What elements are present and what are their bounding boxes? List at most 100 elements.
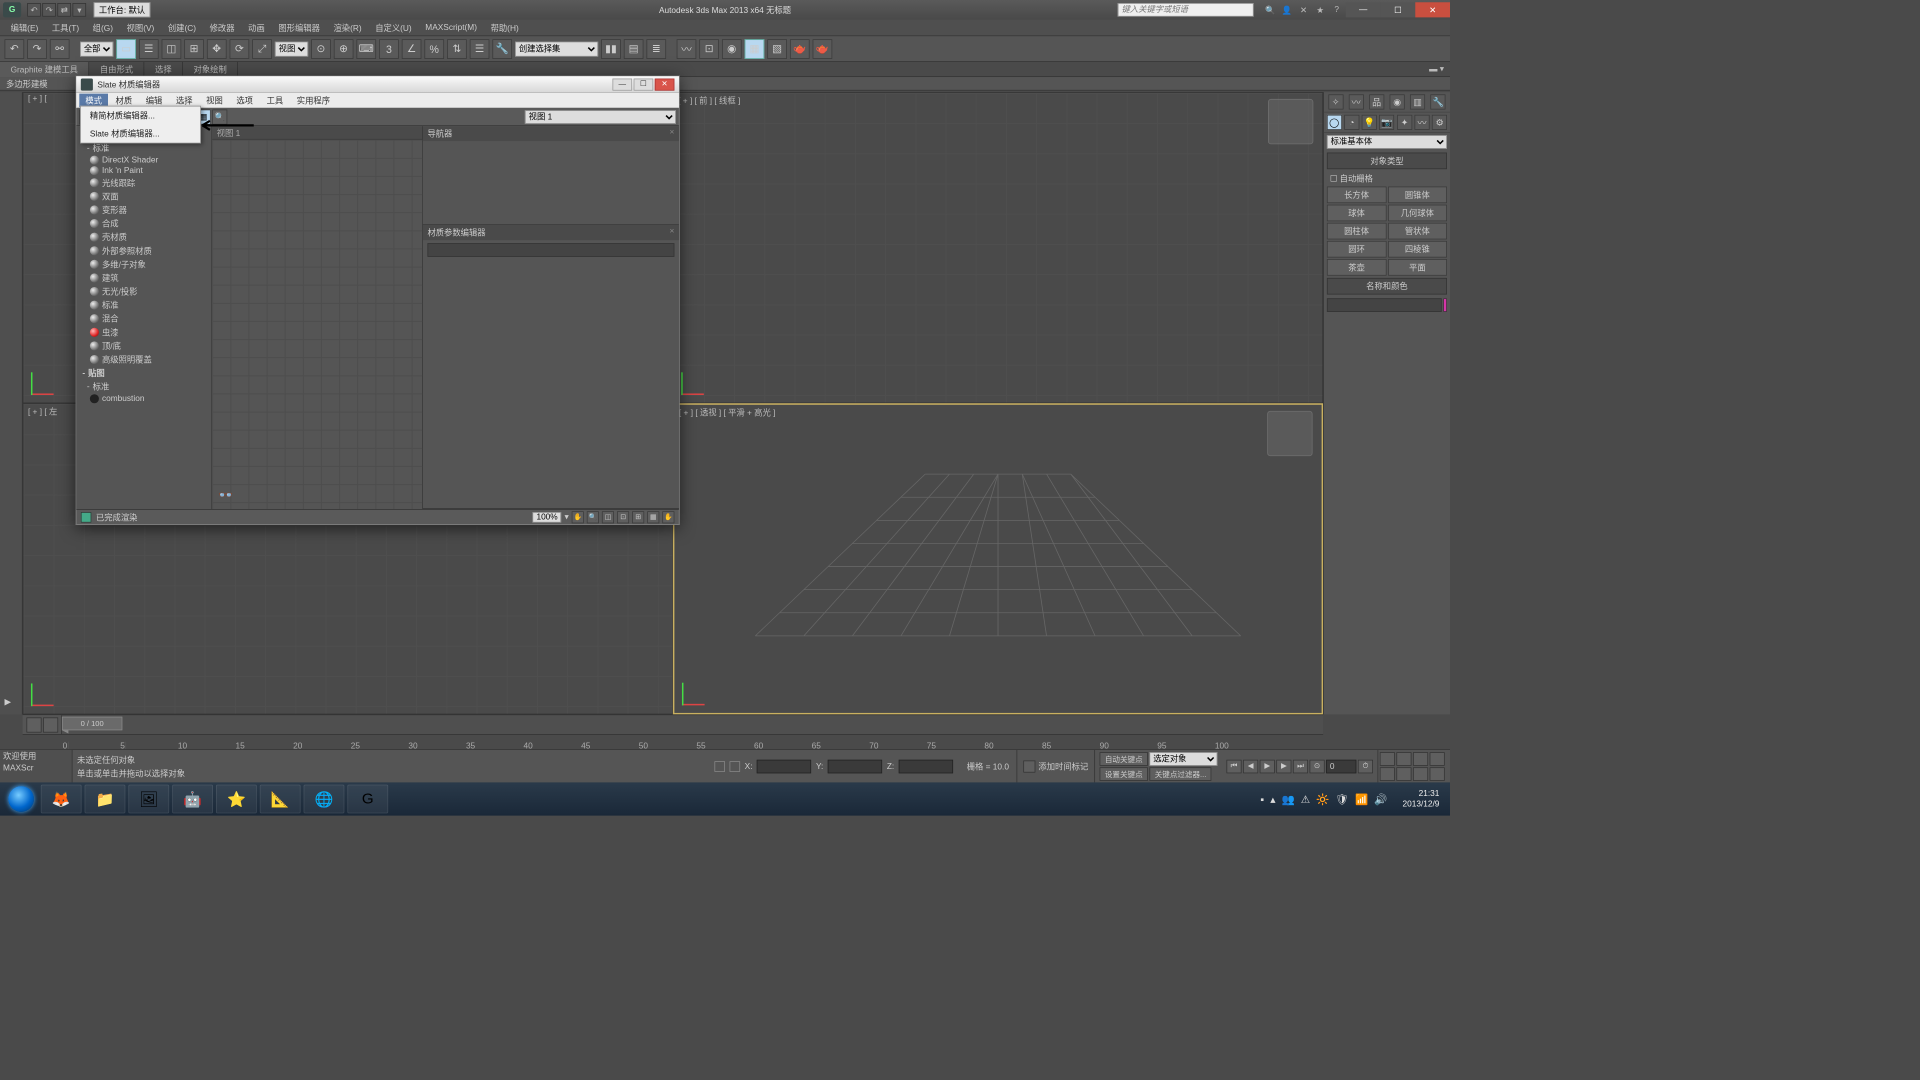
taskbar-item[interactable]: 🦊: [41, 785, 82, 814]
tree-group-maps-standard[interactable]: - 标准: [76, 380, 211, 394]
tray-volume-icon[interactable]: 🔊: [1374, 793, 1387, 806]
cmd-create-icon[interactable]: ✧: [1328, 94, 1343, 109]
tree-item[interactable]: 高级照明覆盖: [76, 353, 211, 367]
slate-canvas[interactable]: 👓: [212, 140, 422, 509]
cmd-modify-icon[interactable]: 〰: [1349, 94, 1364, 109]
qat-link-icon[interactable]: ⇄: [57, 3, 71, 17]
tree-item[interactable]: 变形器: [76, 203, 211, 217]
qat-undo-icon[interactable]: ↶: [27, 3, 41, 17]
tree-item[interactable]: 虫漆: [76, 325, 211, 339]
viewport-label[interactable]: [ + ] [ 透视 ] [ 平滑 + 高光 ]: [679, 406, 775, 418]
help-search-input[interactable]: [1118, 3, 1254, 17]
menu-modifiers[interactable]: 修改器: [204, 20, 241, 35]
btn-teapot[interactable]: 茶壶: [1327, 259, 1386, 276]
qat-dropdown-icon[interactable]: ▾: [73, 3, 87, 17]
tray-icon[interactable]: 🔆: [1316, 793, 1329, 806]
tree-item[interactable]: 壳材质: [76, 230, 211, 244]
track-bar[interactable]: 0510 152025 303540 455055 606570 758085 …: [23, 734, 1323, 749]
tree-item[interactable]: 光线跟踪: [76, 176, 211, 190]
coord-y-input[interactable]: [828, 759, 882, 773]
workspace-dropdown[interactable]: 工作台: 默认: [94, 2, 151, 17]
select-object-icon[interactable]: ▭: [116, 39, 136, 59]
pan-icon[interactable]: [1396, 767, 1411, 781]
add-time-tag[interactable]: 添加时间标记: [1038, 760, 1088, 772]
link-icon[interactable]: ⚯: [50, 39, 70, 59]
zoom-extents-icon[interactable]: ⊡: [617, 511, 629, 523]
menu-customize[interactable]: 自定义(U): [369, 20, 418, 35]
slate-minimize-button[interactable]: —: [612, 78, 632, 90]
param-editor-header[interactable]: 材质参数编辑器×: [423, 225, 679, 240]
menu-grapheditors[interactable]: 图形编辑器: [272, 20, 326, 35]
lock-selection-icon[interactable]: [714, 761, 725, 772]
taskbar-item[interactable]: 🌐: [304, 785, 345, 814]
keyfilters-button[interactable]: 关键点过滤器...: [1149, 767, 1211, 781]
zoom-all-icon[interactable]: [1396, 752, 1411, 766]
window-close-button[interactable]: ✕: [1415, 2, 1450, 17]
tray-icon[interactable]: 👥: [1282, 793, 1295, 806]
taskbar-item[interactable]: 🤖: [172, 785, 213, 814]
window-maximize-button[interactable]: ☐: [1381, 2, 1416, 17]
mirror-icon[interactable]: ▮▮: [601, 39, 621, 59]
taskbar-clock[interactable]: 21:312013/12/9: [1396, 788, 1445, 810]
btn-torus[interactable]: 圆环: [1327, 241, 1386, 258]
cmd-utilities-icon[interactable]: 🔧: [1431, 94, 1446, 109]
rollout-name-color[interactable]: 名称和颜色: [1327, 278, 1447, 295]
align-icon[interactable]: ▤: [624, 39, 644, 59]
orbit-icon[interactable]: [1413, 767, 1428, 781]
tray-icon[interactable]: ▪: [1260, 793, 1264, 805]
play-icon[interactable]: ▶: [1260, 759, 1275, 773]
tree-item[interactable]: 建筑: [76, 271, 211, 285]
slate-menu-view[interactable]: 视图: [200, 93, 229, 107]
layer-manager-icon[interactable]: ≣: [646, 39, 666, 59]
tree-item[interactable]: Ink 'n Paint: [76, 165, 211, 176]
start-button[interactable]: [5, 785, 38, 814]
zoom-extents-sel-icon[interactable]: ⊞: [632, 511, 644, 523]
render-setup-icon[interactable]: ▦: [745, 39, 765, 59]
object-color-swatch[interactable]: [1443, 298, 1447, 312]
menu-create[interactable]: 创建(C): [162, 20, 202, 35]
tree-item[interactable]: 顶/底: [76, 339, 211, 353]
btn-tube[interactable]: 管状体: [1388, 223, 1447, 240]
material-editor-icon[interactable]: ◉: [722, 39, 742, 59]
close-icon[interactable]: ×: [670, 128, 675, 140]
viewport-label[interactable]: [ + ] [ 前 ] [ 线框 ]: [678, 94, 740, 106]
slate-tool-icon[interactable]: 🔍: [212, 109, 227, 124]
zoom-extents-all-icon[interactable]: [1430, 752, 1445, 766]
system-tray[interactable]: ▪ ▴ 👥 ⚠ 🔆 🛡 📶 🔊: [1254, 793, 1393, 806]
ribbon-tab-modeling[interactable]: Graphite 建模工具: [0, 62, 89, 77]
viewcube-icon[interactable]: [1268, 99, 1313, 144]
cat-cameras-icon[interactable]: 📷: [1379, 115, 1394, 130]
btn-sphere[interactable]: 球体: [1327, 205, 1386, 222]
setkey-button[interactable]: 设置关键点: [1100, 767, 1148, 781]
cmd-display-icon[interactable]: ▥: [1410, 94, 1425, 109]
taskbar-item[interactable]: 🖼: [128, 785, 169, 814]
tray-icon[interactable]: ▴: [1270, 793, 1275, 806]
qat-redo-icon[interactable]: ↷: [42, 3, 56, 17]
timeconfig2-icon[interactable]: [43, 717, 58, 732]
zoom-icon[interactable]: [1380, 752, 1395, 766]
coord-x-input[interactable]: [757, 759, 811, 773]
next-frame-icon[interactable]: ▶: [1276, 759, 1291, 773]
curve-editor-icon[interactable]: 〰: [677, 39, 697, 59]
select-move-icon[interactable]: ✥: [207, 39, 227, 59]
object-name-input[interactable]: [1327, 298, 1442, 312]
keyfilter-dropdown[interactable]: 选定对象: [1149, 752, 1217, 766]
tree-item[interactable]: 无光/投影: [76, 285, 211, 299]
tray-network-icon[interactable]: 📶: [1355, 793, 1368, 806]
menu-rendering[interactable]: 渲染(R): [327, 20, 367, 35]
spinner-snap-icon[interactable]: ⇅: [447, 39, 467, 59]
exchange-icon[interactable]: ✕: [1297, 5, 1309, 15]
help-icon[interactable]: ?: [1331, 5, 1343, 15]
binoculars-icon[interactable]: 👓: [218, 488, 233, 503]
btn-plane[interactable]: 平面: [1388, 259, 1447, 276]
zoom-region-icon[interactable]: ◫: [602, 511, 614, 523]
select-rotate-icon[interactable]: ⟳: [230, 39, 250, 59]
cat-spacewarps-icon[interactable]: 〰: [1415, 115, 1430, 130]
menu-compact-editor[interactable]: 精简材质编辑器...: [81, 106, 200, 124]
viewcube-icon[interactable]: [1267, 411, 1312, 456]
favorite-icon[interactable]: ★: [1314, 5, 1326, 15]
btn-cone[interactable]: 圆锥体: [1388, 187, 1447, 204]
cat-helpers-icon[interactable]: ✦: [1397, 115, 1412, 130]
timeconfig-icon[interactable]: [26, 717, 41, 732]
render-icon[interactable]: 🫖: [790, 39, 810, 59]
